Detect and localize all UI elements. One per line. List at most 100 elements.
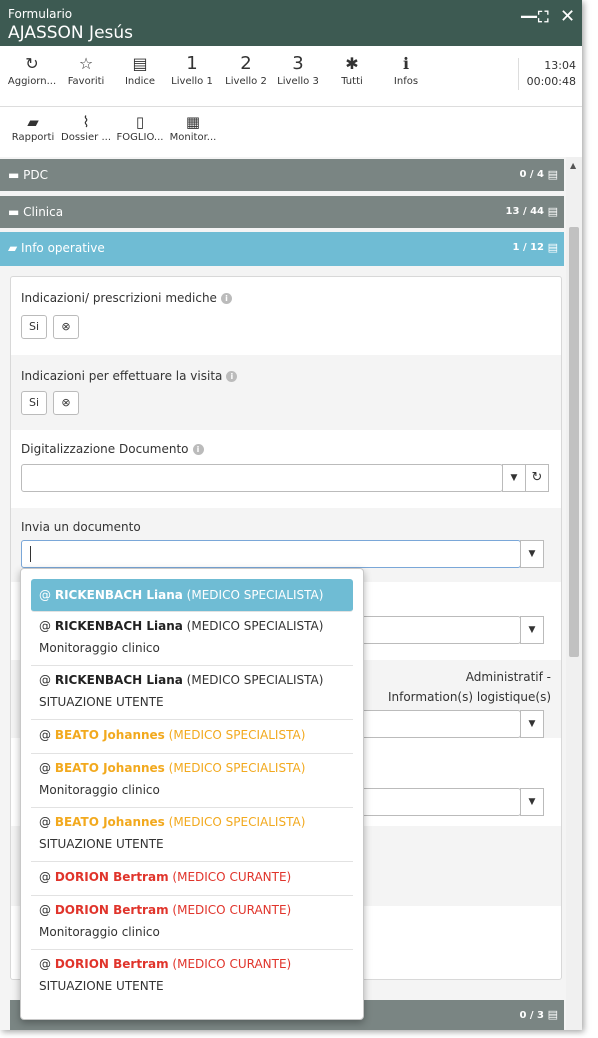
toolbar-label: Livello 1 — [171, 76, 213, 87]
toolbar2-label: Monitor... — [169, 132, 217, 143]
section-label: Info operative — [21, 241, 105, 255]
field-visit-instructions: Indicazioni per effettuare la visita i Si… — [11, 355, 561, 430]
section-info-operative[interactable]: ▰ Info operative 1 / 12 ▤ — [0, 232, 564, 266]
scroll-up-icon[interactable]: ▲ — [570, 161, 576, 170]
field-label: Indicazioni per effettuare la visita — [21, 369, 223, 383]
logistics-label-2: Information(s) logistique(s) — [387, 690, 551, 704]
toolbar-label: Tutti — [341, 76, 363, 87]
option-sub: Monitoraggio clinico — [39, 783, 160, 797]
toolbar-level2-button[interactable]: 2 Livello 2 — [218, 54, 274, 88]
monitor-button[interactable]: ▦ Monitor... — [166, 112, 220, 143]
monitor-file-icon: ▦ — [185, 113, 201, 131]
digitization-input[interactable] — [21, 464, 503, 492]
clear-icon[interactable]: ⊗ — [53, 315, 79, 339]
list-icon[interactable]: ▤ — [548, 241, 558, 254]
dropdown-option[interactable]: @ DORION Bertram (MEDICO CURANTE) — [31, 861, 353, 896]
option-name: DORION Bertram — [54, 903, 169, 917]
option-role: (MEDICO SPECIALISTA) — [186, 673, 324, 687]
window-title: AJASSON Jesús — [8, 23, 134, 43]
recipient-dropdown: @ RICKENBACH Liana (MEDICO SPECIALISTA) … — [20, 568, 364, 1020]
option-name: DORION Bertram — [54, 957, 169, 971]
toolbar2-label: Dossier ... — [61, 132, 111, 143]
section-pdc[interactable]: ▬ PDC 0 / 4 ▤ — [0, 159, 564, 191]
minimize-icon[interactable]: — — [520, 6, 538, 27]
toolbar-label: Favoriti — [67, 76, 105, 87]
option-role: (MEDICO SPECIALISTA) — [168, 761, 306, 775]
reports-button[interactable]: ▰ Rapporti — [8, 112, 58, 143]
toolbar-label: Livello 2 — [225, 76, 267, 87]
option-name: BEATO Johannes — [54, 815, 165, 829]
elapsed-time: 00:00:48 — [526, 75, 576, 88]
chevron-down-icon[interactable]: ▼ — [520, 788, 544, 816]
option-role: (MEDICO CURANTE) — [172, 957, 292, 971]
option-role: (MEDICO SPECIALISTA) — [186, 588, 324, 602]
option-name: RICKENBACH Liana — [54, 619, 183, 633]
toolbar-level3-button[interactable]: 3 Livello 3 — [270, 53, 326, 88]
dropdown-option[interactable]: @ RICKENBACH Liana (MEDICO SPECIALISTA) … — [31, 611, 353, 666]
list-icon[interactable]: ▤ — [548, 1008, 558, 1021]
dossier-button[interactable]: ⌇ Dossier ... — [60, 112, 112, 143]
document-icon: ▯ — [135, 113, 145, 131]
toolbar-all-button[interactable]: ✱ Tutti — [324, 54, 380, 87]
dropdown-option[interactable]: @ BEATO Johannes (MEDICO SPECIALISTA) — [31, 719, 353, 754]
yes-button[interactable]: Si — [21, 315, 47, 339]
option-name: RICKENBACH Liana — [54, 673, 183, 687]
option-role: (MEDICO SPECIALISTA) — [168, 728, 306, 742]
toolbar-level1-button[interactable]: 1 Livello 1 — [164, 53, 220, 88]
current-time: 13:04 — [544, 59, 576, 72]
dropdown-option[interactable]: @ DORION Bertram (MEDICO CURANTE) SITUAZ… — [31, 949, 353, 1003]
section-count: 13 / 44 — [505, 206, 544, 217]
section-count: 1 / 12 — [512, 242, 545, 253]
info-icon[interactable]: i — [226, 371, 238, 382]
chevron-down-icon[interactable]: ▼ — [520, 540, 544, 568]
maximize-icon[interactable]: ⛶ — [538, 8, 549, 26]
chevron-down-icon[interactable]: ▼ — [520, 616, 544, 644]
info-icon[interactable]: i — [220, 293, 232, 304]
info-icon[interactable]: i — [192, 444, 204, 455]
paperclip-icon: ⌇ — [82, 113, 90, 131]
form-window: Formulario AJASSON Jesús — ⛶ ✕ ↻ Aggiorn… — [0, 0, 582, 1030]
folder-icon: ▬ — [8, 205, 24, 219]
yes-button[interactable]: Si — [21, 391, 47, 415]
option-role: (MEDICO SPECIALISTA) — [186, 619, 324, 633]
level-3-icon: 3 — [292, 53, 304, 74]
toolbar-index-button[interactable]: ▤ Indice — [112, 54, 168, 87]
asterisk-icon: ✱ — [345, 54, 359, 73]
option-name: DORION Bertram — [54, 870, 169, 884]
window-subtitle: Formulario — [8, 7, 73, 21]
sheet-button[interactable]: ▯ FOGLIO... — [114, 112, 166, 143]
close-icon[interactable]: ✕ — [560, 6, 575, 27]
folder-icon: ▬ — [8, 168, 24, 182]
section-count: 0 / 4 — [519, 169, 544, 180]
vertical-scrollbar[interactable]: ▲ — [566, 157, 582, 1030]
toolbar2-label: Rapporti — [11, 132, 55, 143]
toolbar-label: Indice — [124, 76, 156, 87]
option-sub: Monitoraggio clinico — [39, 925, 160, 939]
dropdown-option[interactable]: @ BEATO Johannes (MEDICO SPECIALISTA) SI… — [31, 807, 353, 862]
logistics-label-1: Administratif - — [465, 670, 551, 684]
toolbar-label: Aggiorn... — [7, 76, 57, 87]
list-icon[interactable]: ▤ — [548, 168, 558, 181]
clear-icon[interactable]: ⊗ — [53, 391, 79, 415]
dropdown-option[interactable]: @ RICKENBACH Liana (MEDICO SPECIALISTA) … — [31, 665, 353, 720]
section-count: 0 / 3 — [519, 1010, 544, 1021]
list-icon[interactable]: ▤ — [548, 205, 558, 218]
chevron-down-icon[interactable]: ▼ — [520, 710, 544, 738]
option-role: (MEDICO CURANTE) — [172, 903, 292, 917]
section-clinica[interactable]: ▬ Clinica 13 / 44 ▤ — [0, 196, 564, 228]
scrollbar-thumb[interactable] — [569, 227, 579, 657]
list-icon: ▤ — [132, 54, 148, 73]
option-name: RICKENBACH Liana — [54, 588, 183, 602]
chevron-down-icon[interactable]: ▼ — [502, 464, 526, 492]
refresh-icon[interactable]: ↻ — [525, 464, 549, 492]
dropdown-option[interactable]: @ RICKENBACH Liana (MEDICO SPECIALISTA) — [31, 579, 353, 612]
dropdown-option[interactable]: @ BEATO Johannes (MEDICO SPECIALISTA) Mo… — [31, 753, 353, 808]
dropdown-option[interactable]: @ DORION Bertram (MEDICO CURANTE) Monito… — [31, 895, 353, 950]
clock-display: 13:04 00:00:48 — [517, 58, 576, 90]
main-toolbar: ↻ Aggiorn... ☆ Favoriti ▤ Indice 1 Livel… — [0, 46, 582, 107]
send-document-input[interactable] — [21, 540, 521, 568]
toolbar-favorites-button[interactable]: ☆ Favoriti — [58, 54, 114, 87]
toolbar-infos-button[interactable]: ℹ Infos — [378, 54, 434, 87]
toolbar-refresh-button[interactable]: ↻ Aggiorn... — [4, 54, 60, 87]
level-1-icon: 1 — [186, 53, 198, 74]
